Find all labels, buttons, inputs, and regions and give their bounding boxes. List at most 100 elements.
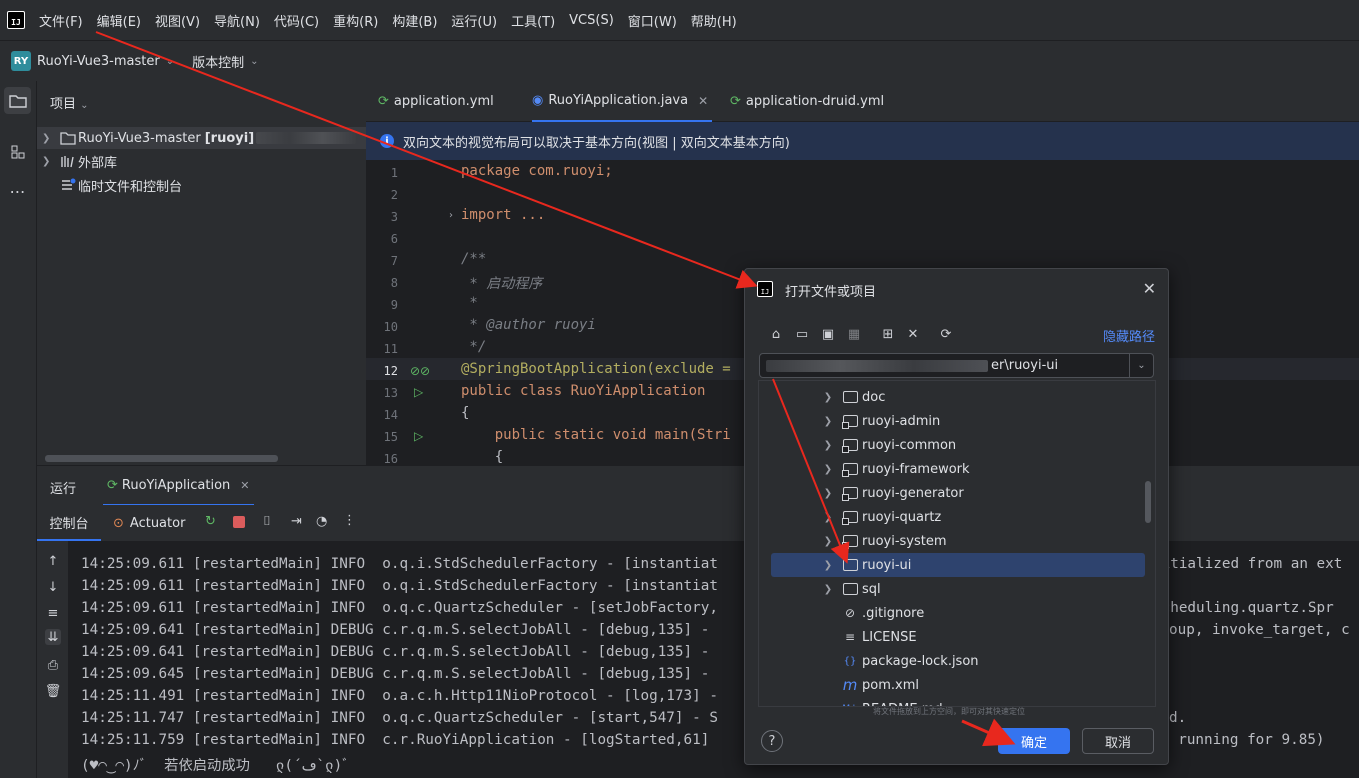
blurred-path: [766, 359, 988, 372]
dashboard-icon[interactable]: ◔: [316, 514, 327, 529]
file-row-ruoyi-ui[interactable]: ❯ ruoyi-ui: [771, 553, 1145, 577]
tree-item-project-root[interactable]: ❯ RuoYi-Vue3-master [ruoyi]: [37, 127, 366, 149]
menu-view[interactable]: 视图(V): [155, 11, 200, 30]
soft-wrap-icon[interactable]: ≡: [45, 605, 61, 621]
chevron-right-icon[interactable]: ❯: [818, 560, 838, 571]
project-selector[interactable]: RuoYi-Vue3-master: [37, 54, 160, 69]
more-options-icon[interactable]: ⋮: [343, 513, 356, 528]
menu-build[interactable]: 构建(B): [392, 11, 437, 30]
horizontal-scrollbar[interactable]: [45, 455, 278, 462]
info-icon: i: [380, 134, 394, 148]
file-name: sql: [862, 581, 881, 597]
menu-vcs[interactable]: VCS(S): [569, 13, 614, 28]
cancel-button[interactable]: 取消: [1082, 728, 1154, 754]
tab-label: application.yml: [393, 94, 494, 109]
chevron-down-icon[interactable]: ⌄: [1129, 354, 1153, 377]
chevron-right-icon[interactable]: ❯: [818, 584, 838, 595]
file-name: ruoyi-framework: [862, 461, 970, 477]
close-icon[interactable]: ✕: [1143, 279, 1156, 298]
delete-icon[interactable]: ✕: [904, 325, 922, 343]
folder-icon: [842, 583, 858, 596]
file-row-ruoyi-system[interactable]: ❯ ruoyi-system: [771, 529, 1145, 553]
run-gutter-icon[interactable]: ▷: [414, 429, 423, 443]
ok-button[interactable]: 确定: [998, 728, 1070, 754]
project-panel-title[interactable]: 项目 ⌄: [50, 93, 89, 112]
chevron-right-icon[interactable]: ❯: [818, 440, 838, 451]
menu-help[interactable]: 帮助(H): [691, 11, 737, 30]
menu-window[interactable]: 窗口(W): [628, 11, 677, 30]
file-name: LICENSE: [862, 629, 917, 645]
vcs-selector[interactable]: 版本控制: [192, 52, 244, 71]
chevron-right-icon[interactable]: ❯: [818, 392, 838, 403]
menu-run[interactable]: 运行(U): [451, 11, 497, 30]
menu-file[interactable]: 文件(F): [39, 11, 83, 30]
tab-application-druid-yml[interactable]: ⟳ application-druid.yml: [730, 81, 884, 122]
fold-icon[interactable]: ›: [449, 210, 453, 221]
file-row-ruoyi-admin[interactable]: ❯ ruoyi-admin: [771, 409, 1145, 433]
console-line: 14:25:09.611 [restartedMain] INFO o.q.i.…: [81, 578, 718, 594]
chevron-right-icon[interactable]: ❯: [818, 512, 838, 523]
tab-label: 控制台: [49, 516, 89, 532]
print-icon[interactable]: ⎙: [45, 657, 61, 673]
chevron-right-icon[interactable]: ❯: [818, 536, 838, 547]
chevron-right-icon[interactable]: ❯: [818, 416, 838, 427]
file-row-sql[interactable]: ❯ sql: [771, 577, 1145, 601]
file-row-gitignore[interactable]: ⊘ .gitignore: [771, 601, 1145, 625]
chevron-down-icon[interactable]: ⌄: [166, 56, 174, 67]
module-folder-icon[interactable]: ▦: [845, 325, 863, 343]
chevron-right-icon[interactable]: ❯: [818, 488, 838, 499]
tab-actuator[interactable]: ⊙ Actuator: [113, 505, 185, 541]
file-row-ruoyi-generator[interactable]: ❯ ruoyi-generator: [771, 481, 1145, 505]
chevron-right-icon[interactable]: ❯: [42, 156, 56, 167]
menu-edit[interactable]: 编辑(E): [97, 11, 141, 30]
help-button[interactable]: ?: [761, 730, 783, 752]
tab-run-configuration[interactable]: ⟳ RuoYiApplication ✕: [103, 466, 254, 506]
run-gutter-icon[interactable]: ▷: [414, 385, 423, 399]
file-row-license[interactable]: ≡ LICENSE: [771, 625, 1145, 649]
trash-icon[interactable]: 🗑: [45, 683, 62, 699]
desktop-icon[interactable]: ▭: [793, 325, 811, 343]
hide-path-link[interactable]: 隐藏路径: [1103, 326, 1155, 345]
menu-code[interactable]: 代码(C): [274, 11, 319, 30]
close-icon[interactable]: ✕: [698, 94, 708, 108]
tab-console[interactable]: 控制台: [37, 505, 101, 541]
home-icon[interactable]: ⌂: [767, 325, 785, 343]
file-row-package-lock-json[interactable]: {} package-lock.json: [771, 649, 1145, 673]
tab-application-yml[interactable]: ⟳ application.yml: [378, 81, 494, 122]
refresh-icon[interactable]: ⟳: [937, 325, 955, 343]
scroll-to-end-icon[interactable]: ⇊: [45, 629, 61, 645]
arrow-down-icon[interactable]: ↓: [45, 579, 61, 595]
run-gutter-icon[interactable]: ⊘⊘: [410, 364, 430, 378]
rerun-icon[interactable]: ↻: [205, 514, 216, 529]
line-number: 15: [383, 430, 398, 444]
file-row-pom-xml[interactable]: m pom.xml: [771, 673, 1145, 697]
tree-item-scratches[interactable]: ❯ 临时文件和控制台: [37, 174, 182, 196]
vertical-scrollbar[interactable]: [1145, 481, 1151, 523]
project-folder-icon[interactable]: ▣: [819, 325, 837, 343]
file-row-ruoyi-framework[interactable]: ❯ ruoyi-framework: [771, 457, 1145, 481]
menu-navigate[interactable]: 导航(N): [214, 11, 260, 30]
file-tree[interactable]: ❯ doc ❯ ruoyi-admin ❯ ruoyi-common ❯ ruoyi-fram…: [758, 380, 1156, 707]
file-row-ruoyi-common[interactable]: ❯ ruoyi-common: [771, 433, 1145, 457]
exit-icon[interactable]: ⇥: [291, 514, 302, 529]
project-folder-icon[interactable]: [4, 87, 31, 114]
file-row-doc[interactable]: ❯ doc: [771, 385, 1145, 409]
arrow-up-icon[interactable]: ↑: [45, 553, 61, 569]
chevron-right-icon[interactable]: ❯: [818, 464, 838, 475]
stop-icon[interactable]: [233, 516, 245, 528]
chevron-right-icon[interactable]: ❯: [42, 133, 56, 144]
menu-tools[interactable]: 工具(T): [511, 11, 555, 30]
structure-icon[interactable]: [4, 138, 31, 165]
intellij-logo-icon[interactable]: IJ: [7, 11, 25, 29]
file-row-ruoyi-quartz[interactable]: ❯ ruoyi-quartz: [771, 505, 1145, 529]
camera-icon[interactable]: ⌷: [263, 514, 271, 529]
more-icon[interactable]: ⋯: [4, 178, 31, 205]
new-folder-icon[interactable]: ⊞: [879, 325, 897, 343]
close-icon[interactable]: ✕: [240, 479, 249, 492]
path-input[interactable]: er\ruoyi-ui ⌄: [759, 353, 1154, 378]
code-line: * @author ruoyi: [461, 317, 596, 333]
tree-item-external-libraries[interactable]: ❯ 外部库: [37, 150, 117, 172]
menu-refactor[interactable]: 重构(R): [333, 11, 378, 30]
chevron-down-icon[interactable]: ⌄: [250, 56, 258, 67]
tab-ruoyiapplication-java[interactable]: ◉ RuoYiApplication.java ✕: [532, 81, 713, 122]
